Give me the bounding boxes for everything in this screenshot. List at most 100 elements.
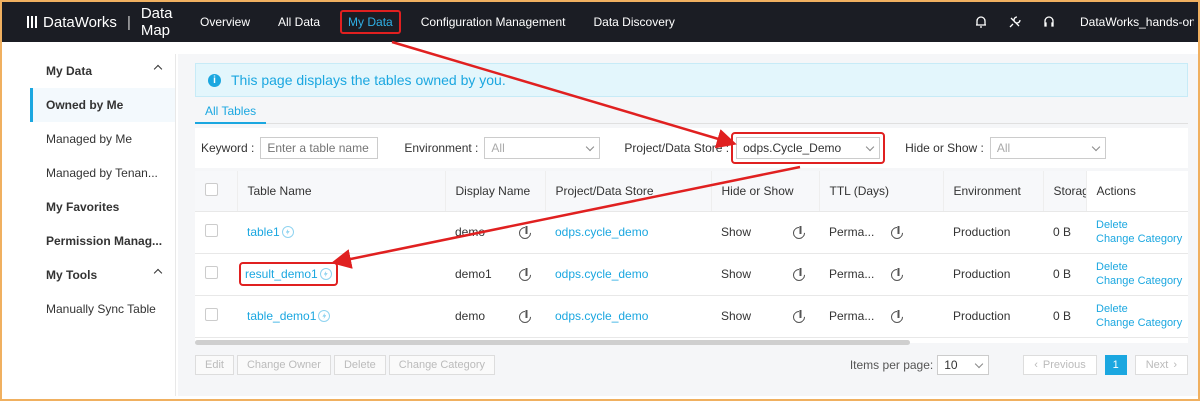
col-environment[interactable]: Environment	[943, 171, 1044, 212]
col-hide-show[interactable]: Hide or Show	[711, 171, 820, 212]
edit-icon[interactable]	[516, 308, 534, 325]
table-header-row: Table Name Display Name Project/Data Sto…	[195, 171, 1188, 212]
nav-data-discovery[interactable]: Data Discovery	[586, 10, 683, 34]
edit-icon[interactable]	[790, 224, 808, 241]
hide-show-value: Show	[721, 225, 752, 239]
sidebar-item-managed-by-tenant[interactable]: Managed by Tenan...	[30, 156, 175, 190]
product-name: Data Map	[140, 5, 173, 39]
keyword-input[interactable]	[260, 137, 379, 159]
project-label: Project/Data Store :	[624, 141, 730, 155]
tab-all-tables[interactable]: All Tables	[195, 104, 267, 124]
project-select[interactable]: odps.Cycle_Demo	[736, 137, 881, 159]
project-link[interactable]: odps.cycle_demo	[555, 225, 648, 239]
ttl-cell: Perma...	[819, 253, 943, 296]
nav-all-data[interactable]: All Data	[270, 10, 328, 34]
keyword-label: Keyword :	[201, 141, 255, 155]
caret-up-icon	[153, 64, 163, 74]
delete-button[interactable]: Delete	[333, 355, 386, 375]
row-checkbox[interactable]	[205, 266, 218, 279]
sidebar-item-my-favorites[interactable]: My Favorites	[30, 190, 175, 224]
col-ttl[interactable]: TTL (Days)	[819, 171, 944, 212]
nav-overview[interactable]: Overview	[192, 10, 258, 34]
pagination: Items per page: 10 ‹ Previous 1 Next ›	[850, 355, 1188, 375]
storage-cell: 0 B	[1043, 211, 1086, 254]
previous-page-button[interactable]: ‹ Previous	[1023, 355, 1097, 375]
edit-icon[interactable]	[516, 224, 534, 241]
environment-value: Production	[953, 225, 1011, 239]
edit-icon[interactable]	[790, 266, 808, 283]
delete-link[interactable]: Delete	[1096, 218, 1188, 232]
sidebar-item-permission-management[interactable]: Permission Manag...	[30, 224, 175, 258]
display-name-cell: demo	[445, 211, 545, 254]
change-category-link[interactable]: Change Category	[1096, 274, 1188, 288]
table-row: table1 demo odps.cycle_demo Show Perma..…	[195, 211, 1188, 254]
items-per-page-select[interactable]: 10	[937, 355, 990, 375]
sidebar-item-manually-sync-table[interactable]: Manually Sync Table	[30, 292, 175, 326]
table-row: result_demo1 demo1 odps.cycle_demo Show …	[195, 253, 1188, 296]
ttl-value: Perma...	[829, 309, 875, 323]
row-checkbox[interactable]	[205, 224, 218, 237]
nav-my-data[interactable]: My Data	[340, 10, 401, 34]
actions-cell: Delete Change Category	[1086, 253, 1188, 296]
edit-icon[interactable]	[888, 266, 906, 283]
project-link[interactable]: odps.cycle_demo	[555, 309, 648, 323]
edit-button[interactable]: Edit	[195, 355, 234, 375]
next-page-button[interactable]: Next ›	[1134, 355, 1188, 375]
sidebar-group-my-tools[interactable]: My Tools	[30, 258, 175, 292]
environment-cell: Production	[943, 211, 1043, 254]
chevron-left-icon: ‹	[1034, 359, 1038, 371]
col-project[interactable]: Project/Data Store	[545, 171, 712, 212]
row-checkbox-cell	[195, 295, 237, 338]
page-1-button[interactable]: 1	[1104, 355, 1127, 375]
sidebar-label: My Tools	[46, 268, 98, 282]
delete-link[interactable]: Delete	[1096, 302, 1188, 316]
chevron-down-icon	[1091, 142, 1101, 151]
chevron-right-icon: ›	[1173, 359, 1177, 371]
bell-icon[interactable]	[974, 15, 988, 29]
change-owner-button[interactable]: Change Owner	[236, 355, 331, 375]
change-category-button[interactable]: Change Category	[388, 355, 495, 375]
sidebar-group-my-data[interactable]: My Data	[30, 54, 175, 88]
project-link[interactable]: odps.cycle_demo	[555, 267, 648, 281]
change-category-link[interactable]: Change Category	[1096, 316, 1188, 330]
edit-icon[interactable]	[516, 266, 534, 283]
table-name-link[interactable]: table1	[247, 225, 280, 239]
sidebar-label: Manually Sync Table	[46, 302, 156, 316]
support-icon[interactable]	[1042, 15, 1056, 29]
environment-cell: Production	[943, 253, 1043, 296]
tools-icon[interactable]	[1008, 15, 1022, 29]
col-storage[interactable]: Storage	[1043, 171, 1087, 212]
banner-text: This page displays the tables owned by y…	[231, 72, 506, 88]
chevron-down-icon	[865, 142, 875, 151]
ttl-cell: Perma...	[819, 295, 943, 338]
edit-icon[interactable]	[790, 308, 808, 325]
horizontal-scrollbar[interactable]	[195, 340, 910, 345]
select-all-checkbox[interactable]	[205, 182, 218, 196]
nav-configuration-management[interactable]: Configuration Management	[413, 10, 574, 34]
col-display-name[interactable]: Display Name	[445, 171, 546, 212]
items-per-page-value: 10	[944, 358, 958, 372]
table-name-link[interactable]: result_demo1	[245, 267, 318, 281]
next-label: Next	[1145, 359, 1169, 371]
change-category-link[interactable]: Change Category	[1096, 232, 1188, 246]
brand[interactable]: DataWorks | Data Map	[2, 5, 192, 39]
table-name-link[interactable]: table_demo1	[247, 309, 316, 323]
row-checkbox[interactable]	[205, 308, 218, 321]
project-highlight-box: odps.Cycle_Demo	[731, 132, 886, 164]
edit-icon[interactable]	[888, 224, 906, 241]
info-banner: i This page displays the tables owned by…	[195, 63, 1188, 97]
col-table-name[interactable]: Table Name	[237, 171, 446, 212]
bolt-icon	[281, 226, 294, 238]
select-all-cell	[195, 171, 238, 212]
environment-select[interactable]: All	[484, 137, 601, 159]
sidebar-item-owned-by-me[interactable]: Owned by Me	[30, 88, 175, 122]
user-name: DataWorks_hands-on	[1080, 15, 1194, 29]
table-name-cell: result_demo1	[237, 253, 445, 296]
delete-link[interactable]: Delete	[1096, 260, 1188, 274]
sidebar-item-managed-by-me[interactable]: Managed by Me	[30, 122, 175, 156]
hide-show-select[interactable]: All	[989, 137, 1106, 159]
top-nav-bar: DataWorks | Data Map Overview All Data M…	[2, 2, 1198, 42]
edit-icon[interactable]	[888, 308, 906, 325]
brand-name: DataWorks	[43, 13, 117, 31]
user-account[interactable]: DataWorks_hands-on	[1076, 15, 1194, 29]
